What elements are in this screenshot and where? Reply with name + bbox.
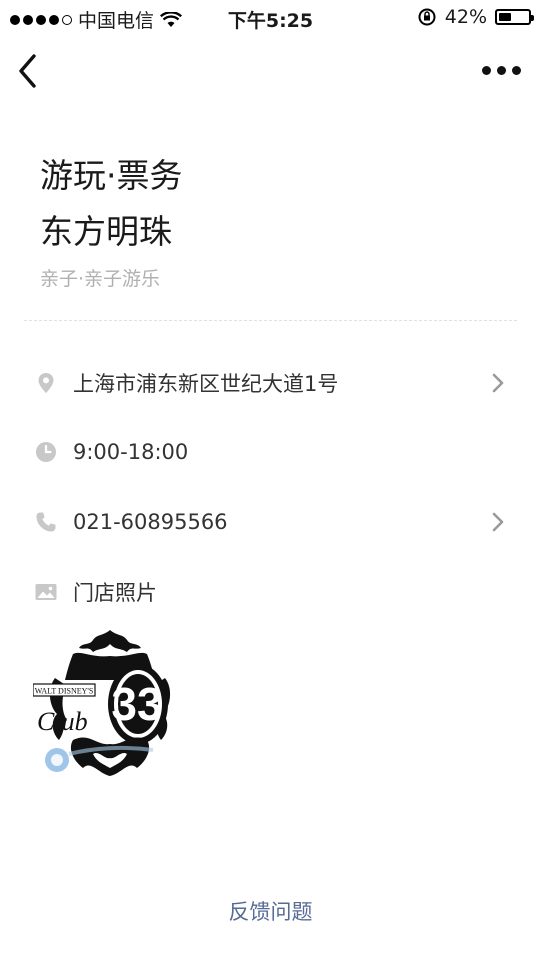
chevron-right-icon [492, 512, 504, 532]
status-right: 42% [417, 6, 534, 28]
photos-row: 门店照片 [0, 567, 541, 617]
chevron-left-icon [19, 54, 36, 88]
store-category: 游玩·票务 [40, 156, 183, 195]
photos-label: 门店照片 [73, 581, 157, 605]
photo-banner-text: WALT DISNEY'S [35, 687, 94, 696]
image-icon [35, 584, 57, 600]
hours-row: 9:00-18:00 [0, 427, 541, 477]
phone-text: 021-60895566 [73, 510, 228, 534]
feedback-label: 反馈问题 [228, 900, 313, 924]
phone-icon [36, 512, 56, 532]
rotation-lock-icon [418, 8, 436, 26]
more-dots-icon [481, 65, 491, 75]
location-pin-icon [38, 373, 54, 393]
status-bar: 中国电信 下午5:25 42% [0, 0, 541, 36]
battery-percent: 42% [444, 6, 487, 28]
clock-icon [36, 442, 56, 462]
back-button[interactable] [14, 52, 44, 90]
battery-icon [495, 9, 534, 25]
store-photo[interactable]: WALT DISNEY'S 33 Club [33, 628, 187, 778]
photo-number: 33 [111, 678, 162, 730]
photo-club-text: Club [37, 707, 88, 736]
store-header: 游玩·票务 东方明珠 亲子·亲子游乐 [40, 148, 183, 291]
more-button[interactable] [479, 58, 523, 82]
phone-row[interactable]: 021-60895566 [0, 497, 541, 547]
divider [24, 320, 517, 321]
chevron-right-icon [492, 373, 504, 393]
feedback-link[interactable]: 反馈问题 [0, 896, 541, 926]
hours-text: 9:00-18:00 [73, 440, 189, 464]
address-text: 上海市浦东新区世纪大道1号 [73, 372, 339, 396]
address-row[interactable]: 上海市浦东新区世纪大道1号 [0, 358, 541, 408]
nav-bar [0, 36, 541, 106]
store-subcategory: 亲子·亲子游乐 [40, 268, 161, 290]
store-name: 东方明珠 [40, 212, 172, 251]
